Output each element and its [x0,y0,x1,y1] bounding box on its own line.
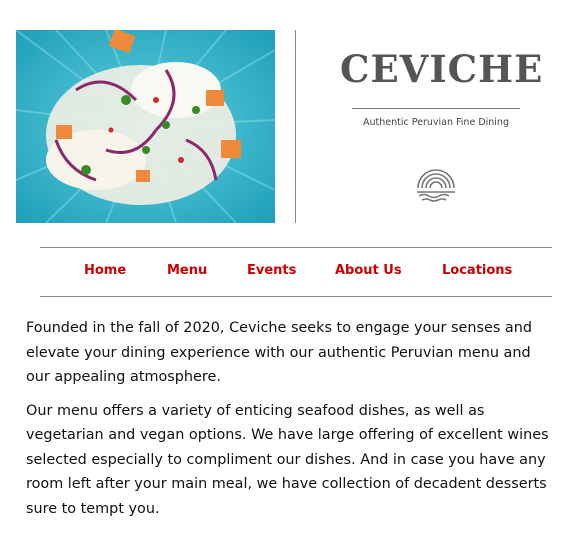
brand-title: CEVICHE [340,47,544,91]
brand-block: CEVICHE Authentic Peruvian Fine Dining [340,46,544,202]
hero-image [16,30,275,223]
nav-locations-link[interactable]: Locations [442,263,512,278]
brand-rule [352,108,520,109]
brand-tagline: Authentic Peruvian Fine Dining [363,117,509,128]
intro-paragraph: Founded in the fall of 2020, Ceviche see… [26,320,532,385]
nav-menu-link[interactable]: Menu [167,263,207,278]
nav-home-link[interactable]: Home [84,263,126,278]
shell-icon [413,166,459,202]
main-nav: Home Menu Events About Us Locations [40,248,552,296]
nav-events-link[interactable]: Events [247,263,296,278]
menu-paragraph: Our menu offers a variety of enticing se… [26,402,549,517]
header-divider [295,30,296,223]
intro-content: Founded in the fall of 2020, Ceviche see… [26,316,551,530]
nav-about-link[interactable]: About Us [335,263,402,278]
nav-rule-bottom [40,296,552,297]
